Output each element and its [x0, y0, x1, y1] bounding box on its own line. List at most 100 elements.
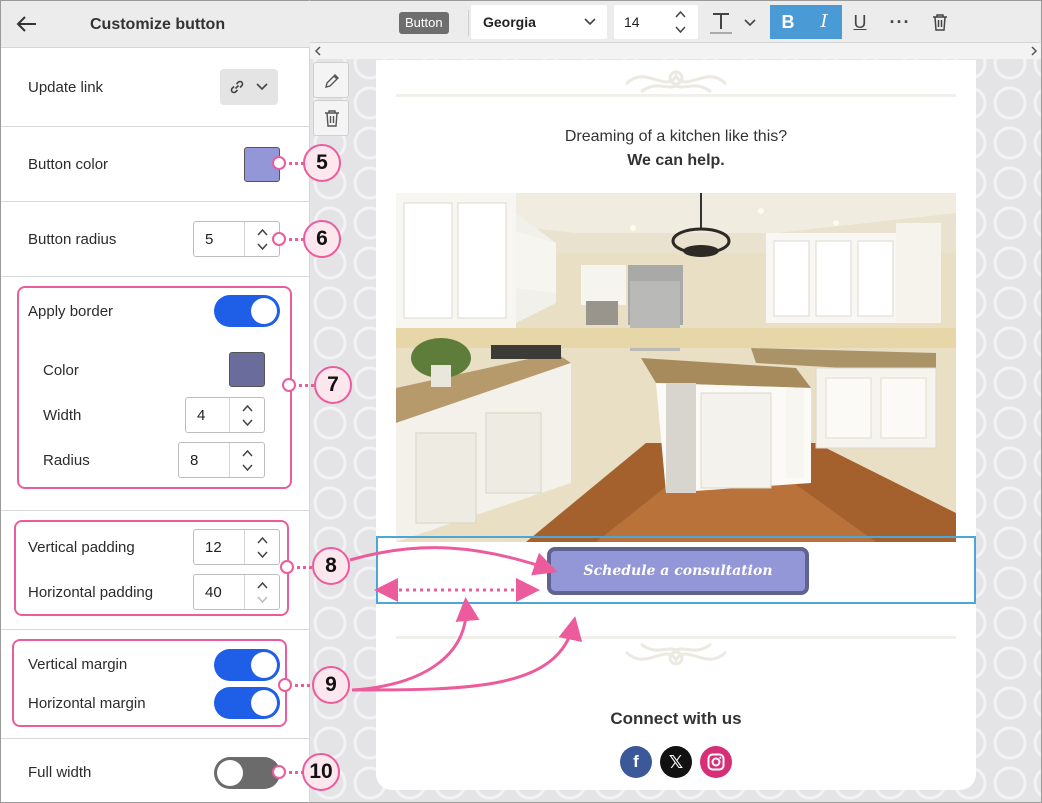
button-color-label: Button color — [28, 156, 109, 173]
vertical-padding-label: Vertical padding — [28, 539, 135, 556]
full-width-label: Full width — [28, 764, 92, 781]
stepper-arrows[interactable] — [229, 398, 264, 432]
divider — [1, 276, 310, 277]
horizontal-margin-label: Horizontal margin — [28, 695, 146, 712]
ornament-icon — [624, 70, 728, 94]
chevron-down-icon[interactable] — [256, 240, 269, 253]
font-family-select[interactable]: Georgia — [471, 5, 607, 39]
chevron-up-icon[interactable] — [256, 534, 269, 547]
kitchen-photo[interactable] — [396, 193, 956, 542]
update-link-button[interactable] — [220, 69, 278, 105]
horizontal-padding-value: 40 — [205, 584, 222, 601]
text-color-button[interactable] — [708, 5, 734, 39]
divider — [1, 738, 310, 739]
divider — [1, 126, 310, 127]
border-width-stepper[interactable]: 4 — [185, 397, 265, 433]
vertical-margin-toggle[interactable] — [214, 649, 280, 681]
chevron-down-icon[interactable] — [241, 416, 254, 429]
block-tools — [313, 62, 349, 136]
vertical-padding-stepper[interactable]: 12 — [193, 529, 280, 565]
italic-icon: I — [820, 11, 828, 32]
instagram-icon[interactable] — [700, 746, 732, 778]
bold-icon: B — [781, 12, 795, 32]
divider — [1, 510, 310, 511]
button-radius-value: 5 — [205, 231, 214, 248]
cta-button[interactable]: Schedule a consultation — [547, 547, 809, 595]
chevron-up-icon[interactable] — [674, 9, 687, 20]
border-color-label: Color — [43, 362, 79, 379]
connect-heading: Connect with us — [610, 709, 742, 728]
text-color-icon — [710, 13, 732, 34]
facebook-icon[interactable]: f — [620, 746, 652, 778]
more-icon: ··· — [889, 12, 911, 32]
divider — [1, 629, 310, 630]
more-options-button[interactable]: ··· — [886, 5, 914, 39]
underline-button[interactable]: U — [846, 5, 874, 39]
button-radius-label: Button radius — [28, 231, 117, 248]
chevron-up-icon[interactable] — [256, 579, 269, 592]
stepper-arrows[interactable] — [244, 530, 279, 564]
customize-button-panel: Customize button Update link Button colo… — [0, 0, 310, 803]
horizontal-padding-label: Horizontal padding — [28, 584, 154, 601]
trash-icon — [933, 14, 947, 31]
chevron-down-icon[interactable] — [256, 593, 269, 606]
email-body: Dreaming of a kitchen like this? We can … — [376, 60, 976, 790]
button-radius-stepper[interactable]: 5 — [193, 221, 280, 257]
chevron-down-icon — [256, 83, 268, 91]
font-family-value: Georgia — [483, 14, 536, 30]
horizontal-padding-stepper[interactable]: 40 — [193, 574, 280, 610]
stepper-arrows[interactable] — [244, 222, 279, 256]
bold-button[interactable]: B — [770, 5, 806, 39]
border-radius-value: 8 — [190, 452, 199, 469]
full-width-toggle[interactable] — [214, 757, 280, 789]
canvas-scroll-strip — [310, 43, 1041, 59]
email-canvas: Dreaming of a kitchen like this? We can … — [310, 43, 1042, 803]
chevron-up-icon[interactable] — [241, 447, 254, 460]
edit-block-button[interactable] — [313, 62, 349, 98]
vertical-margin-label: Vertical margin — [28, 656, 128, 673]
email-subheadline: We can help. — [627, 152, 725, 169]
pencil-icon — [325, 74, 339, 88]
element-type-tag: Button — [399, 12, 449, 34]
panel-header: Customize button — [1, 1, 310, 48]
button-color-swatch[interactable] — [244, 147, 280, 182]
x-icon[interactable]: 𝕏 — [660, 746, 692, 778]
selected-button-block[interactable]: Schedule a consultation — [376, 536, 976, 604]
stepper-arrows[interactable] — [244, 575, 279, 609]
chevron-down-icon[interactable] — [241, 461, 254, 474]
ornament-icon — [624, 642, 728, 666]
divider-line — [396, 636, 956, 639]
toolbar-separator — [468, 10, 469, 36]
border-width-value: 4 — [197, 407, 206, 424]
stepper-arrows[interactable] — [229, 443, 264, 477]
delete-block-button[interactable] — [313, 100, 349, 136]
font-size-value: 14 — [624, 14, 640, 30]
delete-button[interactable] — [926, 5, 954, 39]
update-link-label: Update link — [28, 79, 104, 96]
border-radius-stepper[interactable]: 8 — [178, 442, 265, 478]
back-arrow-icon[interactable] — [16, 13, 38, 35]
border-radius-label: Radius — [43, 452, 90, 469]
chevron-down-icon[interactable] — [256, 548, 269, 561]
apply-border-toggle[interactable] — [214, 295, 280, 327]
panel-title: Customize button — [90, 16, 226, 33]
chevron-down-icon[interactable] — [744, 18, 756, 28]
email-headline: Dreaming of a kitchen like this? — [564, 128, 788, 145]
scroll-right-icon[interactable] — [1030, 46, 1038, 56]
link-icon — [230, 80, 244, 94]
format-toolbar: Button Georgia 14 B I U ··· — [310, 0, 1042, 43]
horizontal-margin-toggle[interactable] — [214, 687, 280, 719]
chevron-down-icon — [584, 18, 596, 26]
vertical-padding-value: 12 — [205, 539, 222, 556]
font-size-stepper[interactable]: 14 — [614, 5, 698, 39]
scroll-left-icon[interactable] — [314, 46, 322, 56]
chevron-up-icon[interactable] — [241, 402, 254, 415]
underline-icon: U — [853, 12, 867, 32]
chevron-up-icon[interactable] — [256, 226, 269, 239]
apply-border-label: Apply border — [28, 303, 114, 320]
chevron-down-icon[interactable] — [674, 24, 687, 35]
border-color-swatch[interactable] — [229, 352, 265, 387]
divider — [1, 201, 310, 202]
cta-label: Schedule a consultation — [583, 563, 773, 579]
italic-button[interactable]: I — [806, 5, 842, 39]
